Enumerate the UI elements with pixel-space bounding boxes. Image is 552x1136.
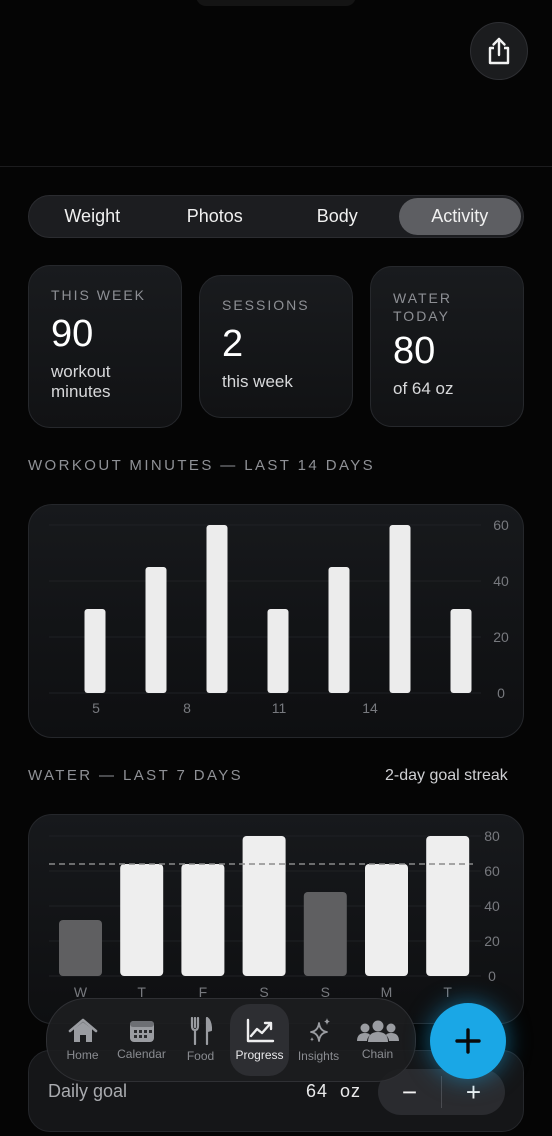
stat-label: THIS WEEK (51, 287, 147, 303)
stat-card-this-week: THIS WEEK 90 workout minutes (28, 265, 182, 428)
share-icon (488, 37, 510, 65)
stat-value: 2 (222, 323, 244, 365)
stat-sub-line1: workout (51, 362, 111, 381)
water-bar (181, 864, 225, 976)
x-tick-label: 5 (92, 700, 100, 716)
y-tick-label: 80 (484, 828, 500, 844)
water-chart: 020406080W T F S S M T (49, 828, 500, 1000)
tab-label: Food (186, 1049, 215, 1063)
tab-chain[interactable]: Chain (348, 1004, 407, 1076)
calendar-icon (129, 1021, 154, 1042)
goal-number: 64 (306, 1081, 329, 1101)
segment-activity[interactable]: Activity (398, 198, 521, 235)
y-tick-label: 20 (493, 629, 509, 645)
increment-button[interactable]: + (442, 1077, 505, 1108)
stat-sub-line2: minutes (51, 382, 111, 401)
goal-streak-label: 2-day goal streak (385, 767, 508, 784)
segment-weight[interactable]: Weight (31, 198, 154, 235)
add-button[interactable] (430, 1003, 506, 1079)
segmented-control: Weight Photos Body Activity (28, 195, 524, 238)
workout-bar (267, 609, 289, 693)
y-tick-label: 20 (484, 933, 500, 949)
fork-knife-icon (190, 1017, 212, 1045)
stat-sub-line1: of 64 oz (393, 379, 454, 398)
segment-photos[interactable]: Photos (154, 198, 277, 235)
plus-icon (455, 1028, 481, 1054)
water-bar (120, 864, 164, 976)
workout-bar (328, 567, 350, 693)
decrement-button[interactable]: − (378, 1077, 441, 1108)
tab-progress[interactable]: Progress (230, 1004, 289, 1076)
water-bar (303, 892, 347, 976)
water-bar (59, 920, 102, 976)
segment-body[interactable]: Body (276, 198, 399, 235)
workout-bar (145, 567, 167, 693)
stat-label-line2: TODAY (393, 308, 450, 324)
stat-label: SESSIONS (222, 297, 310, 313)
water-bar (242, 836, 286, 976)
workout-chart-card: 0 20 40 60 5 8 11 14 (28, 504, 524, 738)
chart-line-icon (246, 1018, 274, 1043)
stat-sub-line1: this week (222, 372, 293, 391)
workout-minutes-chart: 0 20 40 60 5 8 11 14 (49, 517, 509, 716)
y-tick-label: 60 (493, 517, 509, 533)
workout-section-title: WORKOUT MINUTES — LAST 14 DAYS (28, 457, 376, 474)
water-bar (365, 864, 408, 976)
device-notch (196, 0, 356, 6)
water-bar (426, 836, 470, 976)
people-icon (356, 1020, 399, 1042)
daily-goal-label: Daily goal (48, 1081, 128, 1101)
tab-label: Calendar (117, 1047, 166, 1061)
y-tick-label: 40 (493, 573, 509, 589)
x-tick-label: 11 (272, 700, 287, 716)
tab-insights[interactable]: Insights (289, 1004, 348, 1076)
stat-card-sessions: SESSIONS 2 this week (199, 275, 353, 418)
workout-bar (84, 609, 106, 693)
x-tick-label: 8 (183, 700, 191, 716)
y-tick-label: 0 (497, 685, 505, 701)
x-tick-label: T (443, 984, 452, 1000)
stat-value: 90 (51, 313, 94, 355)
tab-bar: Home Calendar Food Progress Insights Cha… (46, 998, 416, 1082)
water-chart-card: 0 20 40 60 80 W T F S S M T (28, 814, 524, 1024)
tab-home[interactable]: Home (53, 1004, 112, 1076)
sparkles-icon (309, 1018, 330, 1042)
stat-label-line1: WATER (393, 290, 452, 306)
y-tick-label: 60 (484, 863, 500, 879)
stat-card-water: WATER TODAY 80 of 64 oz (370, 266, 524, 427)
header-divider (0, 166, 552, 167)
workout-bar (389, 525, 411, 693)
workout-bar (206, 525, 228, 693)
tab-label: Insights (297, 1049, 340, 1063)
tab-label: Progress (235, 1048, 284, 1062)
goal-unit: oz (340, 1081, 362, 1101)
y-tick-label: 40 (484, 898, 500, 914)
tab-label: Chain (361, 1047, 394, 1061)
x-tick-label: 14 (362, 700, 378, 716)
daily-goal-value: 64 oz (306, 1081, 361, 1102)
y-tick-label: 0 (488, 968, 496, 984)
workout-bar (450, 609, 472, 693)
tab-calendar[interactable]: Calendar (112, 1004, 171, 1076)
stat-value: 80 (393, 330, 436, 372)
tab-food[interactable]: Food (171, 1004, 230, 1076)
water-section-title: WATER — LAST 7 DAYS (28, 767, 244, 784)
tab-label: Home (66, 1048, 99, 1062)
home-icon (68, 1018, 97, 1042)
share-button[interactable] (470, 22, 528, 80)
